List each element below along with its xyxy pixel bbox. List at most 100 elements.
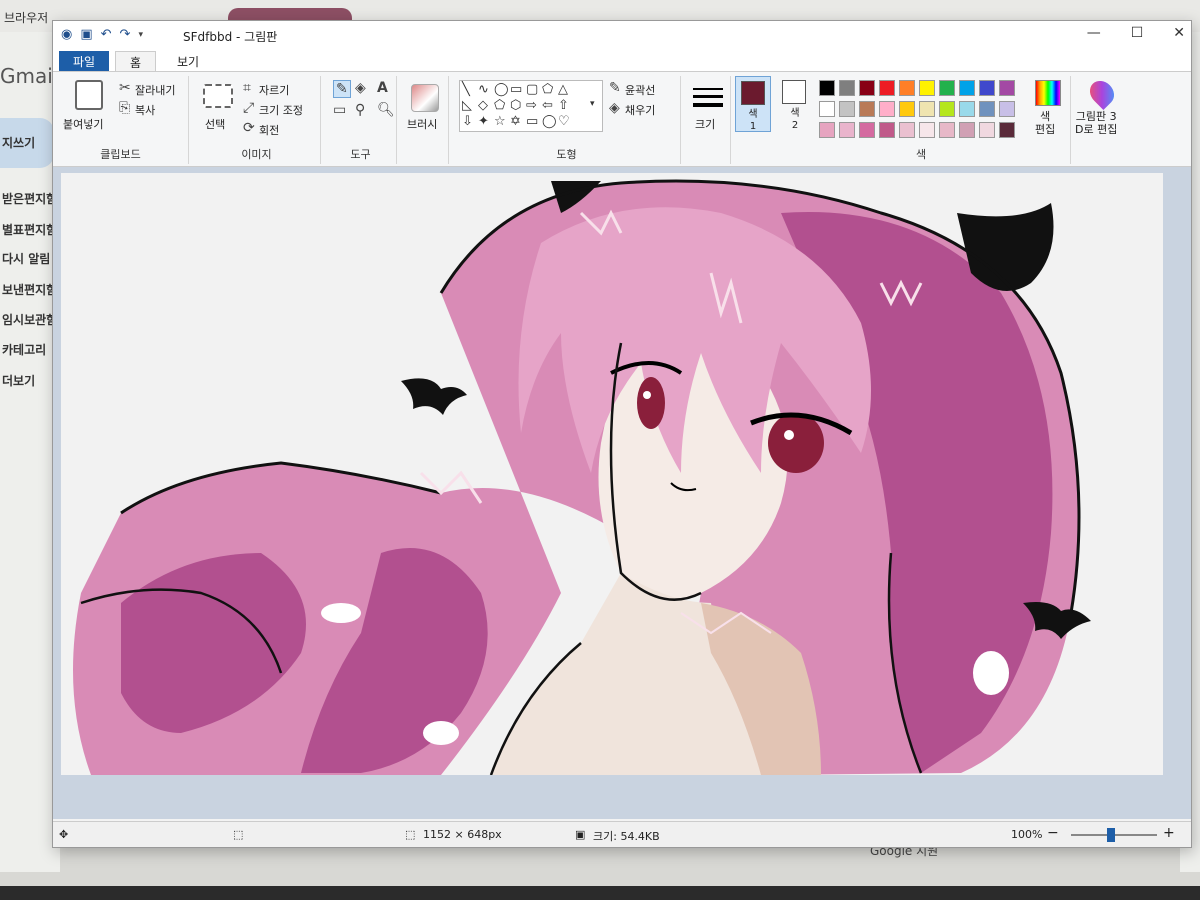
crop-icon[interactable]: ⌗ [243, 80, 251, 96]
cut-button[interactable]: 잘라내기 [135, 82, 175, 98]
palette-color-swatch[interactable] [899, 101, 915, 117]
oval-shape-icon[interactable]: ◯ [494, 82, 509, 97]
compose-button[interactable]: 지쓰기 [0, 118, 54, 168]
select-button[interactable]: 선택 [205, 116, 225, 132]
fill-bucket-icon[interactable]: ◈ [609, 100, 620, 116]
star5-icon[interactable]: ☆ [494, 114, 506, 129]
redo-icon[interactable]: ↷ [120, 27, 131, 42]
arrow-up-icon[interactable]: ⇧ [558, 98, 569, 113]
copy-icon[interactable]: ⎘ [119, 100, 130, 116]
arrow-left-icon[interactable]: ⇦ [542, 98, 553, 113]
palette-color-swatch[interactable] [979, 101, 995, 117]
gmail-nav-drafts[interactable]: 임시보관함 [2, 311, 57, 328]
outline-dropdown[interactable]: 윤곽선 [625, 82, 655, 98]
paint3d-icon[interactable] [1085, 76, 1119, 110]
text-icon[interactable]: A [377, 80, 388, 96]
maximize-button[interactable]: ☐ [1131, 25, 1144, 41]
gmail-nav-sent[interactable]: 보낸편지함 [2, 281, 57, 298]
size-button[interactable]: 크기 [695, 116, 715, 132]
star4-icon[interactable]: ✦ [478, 114, 489, 129]
palette-color-swatch[interactable] [919, 80, 935, 96]
paint3d-button[interactable]: 그림판 3 D로 편집 [1075, 110, 1117, 136]
star6-icon[interactable]: ✡ [510, 114, 521, 129]
zoom-out-button[interactable]: − [1047, 825, 1059, 841]
fill-icon[interactable]: ◈ [355, 80, 366, 96]
brushes-button[interactable]: 브러시 [407, 116, 437, 132]
brush-icon[interactable] [411, 84, 439, 112]
callout-oval-icon[interactable]: ◯ [542, 114, 557, 129]
palette-color-swatch[interactable] [939, 101, 955, 117]
drawing-canvas[interactable] [61, 173, 1163, 775]
paste-icon[interactable] [75, 80, 103, 110]
line-shape-icon[interactable]: ╲ [462, 82, 470, 97]
palette-color-swatch[interactable] [839, 122, 855, 138]
palette-color-swatch[interactable] [859, 80, 875, 96]
palette-color-swatch[interactable] [999, 101, 1015, 117]
shapes-scroll-icon[interactable]: ▾ [590, 99, 595, 109]
gmail-nav-categories[interactable]: 카테고리 [2, 341, 46, 358]
palette-color-swatch[interactable] [819, 80, 835, 96]
tab-file[interactable]: 파일 [59, 51, 110, 71]
palette-color-swatch[interactable] [819, 122, 835, 138]
zoom-in-button[interactable]: + [1163, 825, 1175, 841]
palette-color-swatch[interactable] [879, 80, 895, 96]
palette-color-swatch[interactable] [879, 101, 895, 117]
tab-home[interactable]: 홈 [115, 51, 157, 71]
eraser-icon[interactable]: ▭ [333, 102, 346, 118]
resize-icon[interactable]: ⤢ [243, 100, 254, 116]
diamond-shape-icon[interactable]: ◇ [478, 98, 488, 113]
palette-color-swatch[interactable] [899, 80, 915, 96]
palette-color-swatch[interactable] [999, 122, 1015, 138]
palette-color-swatch[interactable] [839, 101, 855, 117]
palette-color-swatch[interactable] [959, 101, 975, 117]
palette-color-swatch[interactable] [859, 122, 875, 138]
callout-rect-icon[interactable]: ▭ [526, 114, 538, 129]
rounded-rectangle-icon[interactable]: ▢ [526, 82, 538, 97]
rectangle-shape-icon[interactable]: ▭ [510, 82, 522, 97]
pentagon-shape-icon[interactable]: ⬠ [494, 98, 505, 113]
tab-view[interactable]: 보기 [163, 51, 213, 71]
color1-button[interactable]: 색1 [735, 76, 771, 132]
palette-color-swatch[interactable] [939, 80, 955, 96]
resize-button[interactable]: 크기 조정 [259, 102, 303, 118]
polygon-shape-icon[interactable]: ⬠ [542, 82, 553, 97]
palette-color-swatch[interactable] [939, 122, 955, 138]
palette-color-swatch[interactable] [919, 101, 935, 117]
gmail-nav-more[interactable]: 더보기 [2, 372, 35, 389]
palette-color-swatch[interactable] [819, 101, 835, 117]
edit-colors-button[interactable]: 색 편집 [1035, 110, 1055, 136]
rainbow-icon[interactable] [1035, 80, 1061, 106]
fill-dropdown[interactable]: 채우기 [625, 102, 655, 118]
paste-button[interactable]: 붙여넣기 [63, 116, 103, 132]
outline-icon[interactable]: ✎ [609, 80, 621, 96]
zoom-slider-thumb[interactable] [1107, 828, 1115, 842]
gmail-nav-starred[interactable]: 별표편지함 [2, 221, 57, 238]
scissors-icon[interactable]: ✂ [119, 80, 131, 96]
palette-color-swatch[interactable] [859, 101, 875, 117]
pencil-icon[interactable]: ✎ [333, 80, 351, 98]
palette-color-swatch[interactable] [919, 122, 935, 138]
palette-color-swatch[interactable] [999, 80, 1015, 96]
minimize-button[interactable]: — [1087, 25, 1101, 41]
palette-color-swatch[interactable] [979, 80, 995, 96]
palette-color-swatch[interactable] [899, 122, 915, 138]
undo-icon[interactable]: ↶ [101, 27, 112, 42]
right-triangle-icon[interactable]: ◺ [462, 98, 472, 113]
color-picker-icon[interactable]: ⚲ [355, 102, 365, 118]
arrow-down-icon[interactable]: ⇩ [462, 114, 473, 129]
paint-icon[interactable]: ◉ [61, 27, 72, 42]
select-icon[interactable] [203, 84, 233, 108]
gmail-nav-snoozed[interactable]: 다시 알림 [2, 250, 50, 267]
hexagon-shape-icon[interactable]: ⬡ [510, 98, 521, 113]
color2-button[interactable]: 색2 [777, 76, 813, 132]
rotate-icon[interactable]: ⟳ [243, 120, 255, 136]
rotate-button[interactable]: 회전 [259, 122, 279, 138]
crop-button[interactable]: 자르기 [259, 82, 289, 98]
palette-color-swatch[interactable] [879, 122, 895, 138]
magnifier-icon[interactable]: 🔍︎ [377, 102, 395, 118]
close-button[interactable]: ✕ [1173, 25, 1185, 41]
palette-color-swatch[interactable] [979, 122, 995, 138]
gmail-nav-inbox[interactable]: 받은편지함 [2, 190, 57, 207]
palette-color-swatch[interactable] [959, 80, 975, 96]
palette-color-swatch[interactable] [959, 122, 975, 138]
